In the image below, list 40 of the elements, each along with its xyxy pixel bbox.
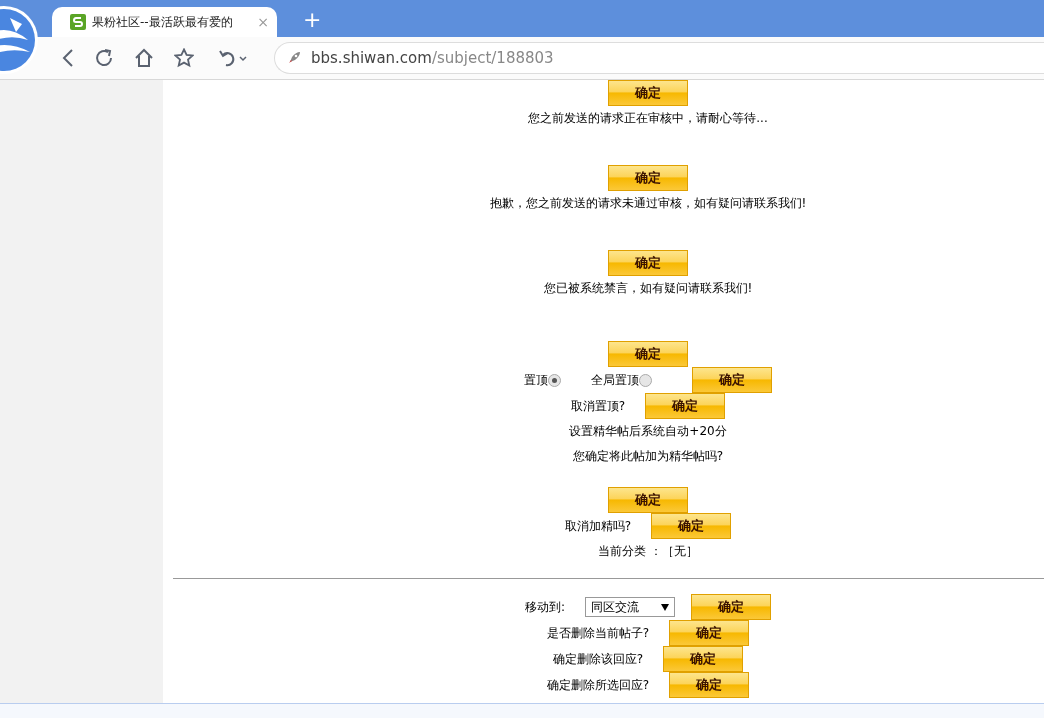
confirm-button[interactable]: 确定 (608, 341, 688, 367)
reload-icon[interactable] (94, 48, 114, 68)
tab-title: 果粉社区--最活跃最有爱的 (92, 13, 234, 31)
category-select[interactable]: 同区交流 (585, 597, 675, 617)
pin-option[interactable]: 全局置顶 (591, 371, 652, 389)
message-text: 当前分类 ：［无］ (598, 543, 698, 560)
confirm-button[interactable]: 确定 (692, 367, 772, 393)
star-icon[interactable] (174, 48, 194, 68)
pin-option[interactable]: 置顶 (524, 371, 561, 389)
question-label: 确定删除该回应? (552, 650, 644, 668)
confirm-button[interactable]: 确定 (608, 487, 688, 513)
question-label: 取消加精吗? (564, 517, 632, 535)
question-label: 取消置顶? (570, 397, 626, 415)
confirm-button[interactable]: 确定 (669, 620, 750, 646)
radio-icon[interactable] (548, 373, 561, 387)
undo-icon[interactable] (218, 48, 248, 68)
confirm-button[interactable]: 确定 (663, 646, 744, 672)
url-text: bbs.shiwan.com/subject/188803 (311, 49, 554, 67)
message-text: 抱歉，您之前发送的请求未通过审核，如有疑问请联系我们! (489, 195, 807, 212)
message-text: 您确定将此帖加为精华帖吗? (572, 448, 724, 465)
message-text: 您已被系统禁言，如有疑问请联系我们! (543, 280, 753, 297)
home-icon[interactable] (134, 48, 154, 68)
radio-icon[interactable] (639, 373, 652, 387)
confirm-button[interactable]: 确定 (669, 672, 750, 698)
confirm-button[interactable]: 确定 (608, 250, 688, 276)
browser-tab[interactable]: 果粉社区--最活跃最有爱的 × (52, 7, 277, 37)
question-label: 确定删除所选回应? (546, 676, 650, 694)
message-text: 您之前发送的请求正在审核中，请耐心等待... (528, 110, 768, 127)
confirm-button[interactable]: 确定 (651, 513, 732, 539)
move-to-label: 移动到: (524, 598, 565, 616)
address-bar[interactable]: bbs.shiwan.com/subject/188803 (274, 42, 1044, 74)
question-label: 是否删除当前帖子? (546, 624, 650, 642)
confirm-button[interactable]: 确定 (691, 594, 771, 620)
confirm-button[interactable]: 确定 (645, 393, 726, 419)
favicon-icon (70, 14, 86, 30)
rocket-icon (287, 51, 301, 65)
back-icon[interactable] (62, 48, 74, 68)
confirm-button[interactable]: 确定 (608, 165, 688, 191)
message-text: 设置精华帖后系统自动+20分 (569, 423, 727, 440)
confirm-button[interactable]: 确定 (608, 80, 688, 106)
